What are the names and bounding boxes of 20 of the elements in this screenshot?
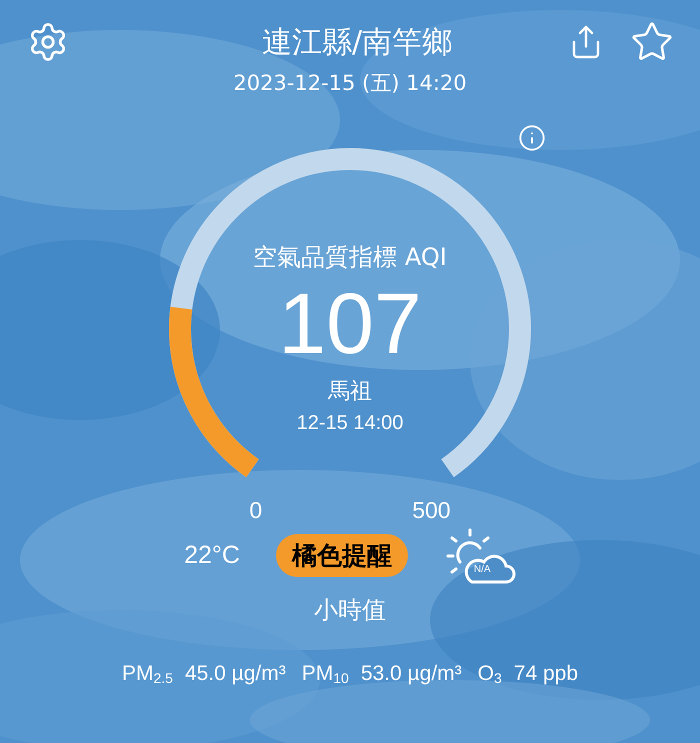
info-icon [518, 124, 546, 152]
station-name: 馬祖 [328, 378, 372, 406]
location-title: 連江縣/南竿鄉 [262, 24, 452, 62]
gauge-max: 500 [412, 498, 451, 522]
pollutant-value: 53.0 µg/m³ [360, 660, 462, 686]
weather-label: N/A [474, 564, 491, 574]
alert-badge: 橘色提醒 [276, 534, 408, 578]
aqi-value: 107 [278, 280, 422, 366]
station-time: 12-15 14:00 [296, 410, 404, 436]
period-label: 小時值 [314, 594, 386, 626]
sun-cloud-icon [444, 526, 516, 586]
pollutant-name: PM$_{2.5}$ [122, 660, 173, 688]
datetime: 2023-12-15 (五) 14:20 [233, 70, 467, 97]
pollutant-value: 74 ppb [514, 660, 578, 686]
pollutant-name: O$_{3}$ [478, 660, 502, 688]
gauge-min: 0 [249, 498, 262, 522]
pollutant-value: 45.0 µg/m³ [184, 660, 286, 686]
pollutant-name: PM$_{10}$ [302, 660, 349, 688]
aqi-label: 空氣品質指標 AQI [253, 242, 447, 272]
temperature: 22°C [184, 540, 240, 571]
